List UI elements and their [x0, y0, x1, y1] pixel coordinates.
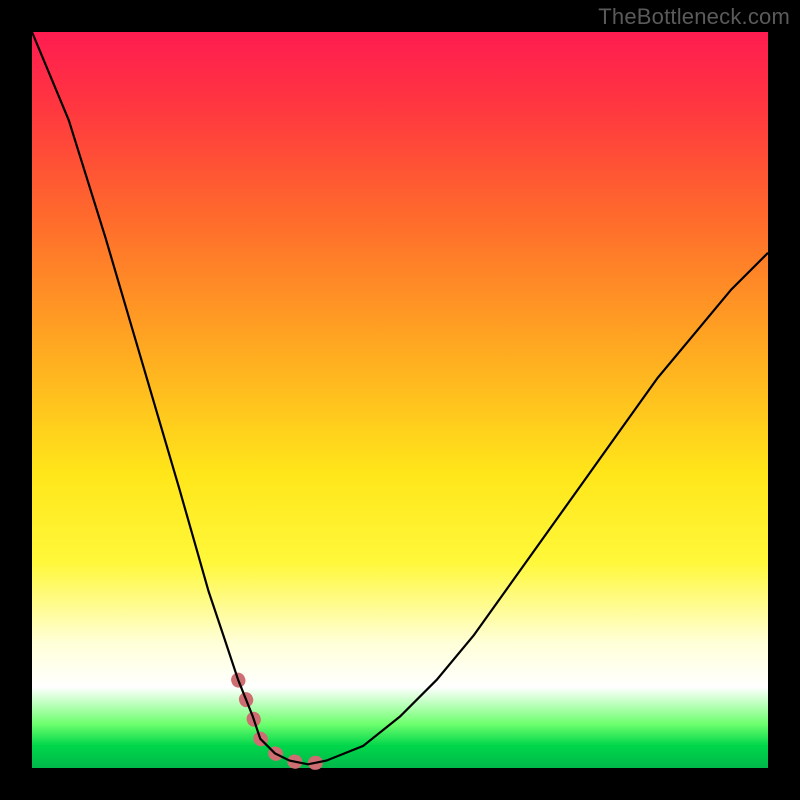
bottleneck-curve	[32, 32, 768, 764]
chart-frame: TheBottleneck.com	[0, 0, 800, 800]
optimal-highlight	[238, 680, 326, 765]
curve-svg	[32, 32, 768, 768]
watermark-text: TheBottleneck.com	[598, 4, 790, 30]
plot-area	[32, 32, 768, 768]
